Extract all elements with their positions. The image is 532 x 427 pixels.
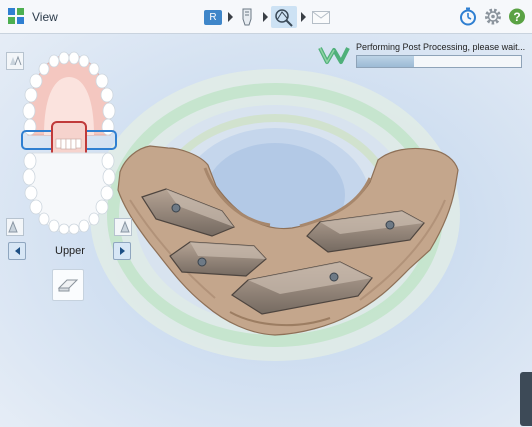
jaw-selector-diagram[interactable] <box>14 45 124 235</box>
send-step-button[interactable] <box>310 6 332 28</box>
right-view-icon[interactable] <box>114 218 132 236</box>
progress-bar-fill <box>357 56 415 67</box>
eraser-tool-button[interactable] <box>52 269 84 301</box>
top-toolbar: View R ? <box>0 0 532 34</box>
progress-bar <box>356 55 522 68</box>
settings-gear-icon[interactable] <box>484 7 502 26</box>
previous-jaw-button[interactable] <box>8 242 26 260</box>
3d-viewer[interactable] <box>0 34 532 427</box>
left-view-icon[interactable] <box>6 218 24 236</box>
processing-progress: Performing Post Processing, please wait.… <box>318 42 526 72</box>
page-title: View <box>32 10 58 24</box>
jaw-label: Upper <box>55 245 85 257</box>
eraser-icon <box>57 279 79 292</box>
send-envelope-icon <box>312 10 330 24</box>
step-arrow-icon <box>301 12 306 22</box>
svg-text:?: ? <box>513 10 520 24</box>
step-arrow-icon <box>263 12 268 22</box>
side-panel-tab[interactable] <box>520 372 532 426</box>
itero-m-logo-icon <box>318 47 350 64</box>
next-jaw-button[interactable] <box>113 242 131 260</box>
progress-message: Performing Post Processing, please wait.… <box>356 42 526 52</box>
upper-view-icon[interactable] <box>6 52 24 70</box>
scan-step-button[interactable] <box>238 6 256 28</box>
step-arrow-icon <box>228 12 233 22</box>
scan-body-lower-left[interactable] <box>169 241 267 277</box>
app-logo-icon[interactable] <box>8 8 24 24</box>
scan-tooth-icon <box>242 8 252 26</box>
rx-step-button[interactable]: R <box>202 6 224 28</box>
view-step-button[interactable] <box>271 6 297 28</box>
timer-icon[interactable] <box>459 7 477 26</box>
help-icon[interactable]: ? <box>508 7 526 26</box>
rx-icon: R <box>204 9 222 25</box>
arrow-right-icon <box>119 247 125 255</box>
arrow-left-icon <box>14 247 20 255</box>
view-analysis-icon <box>275 9 293 27</box>
